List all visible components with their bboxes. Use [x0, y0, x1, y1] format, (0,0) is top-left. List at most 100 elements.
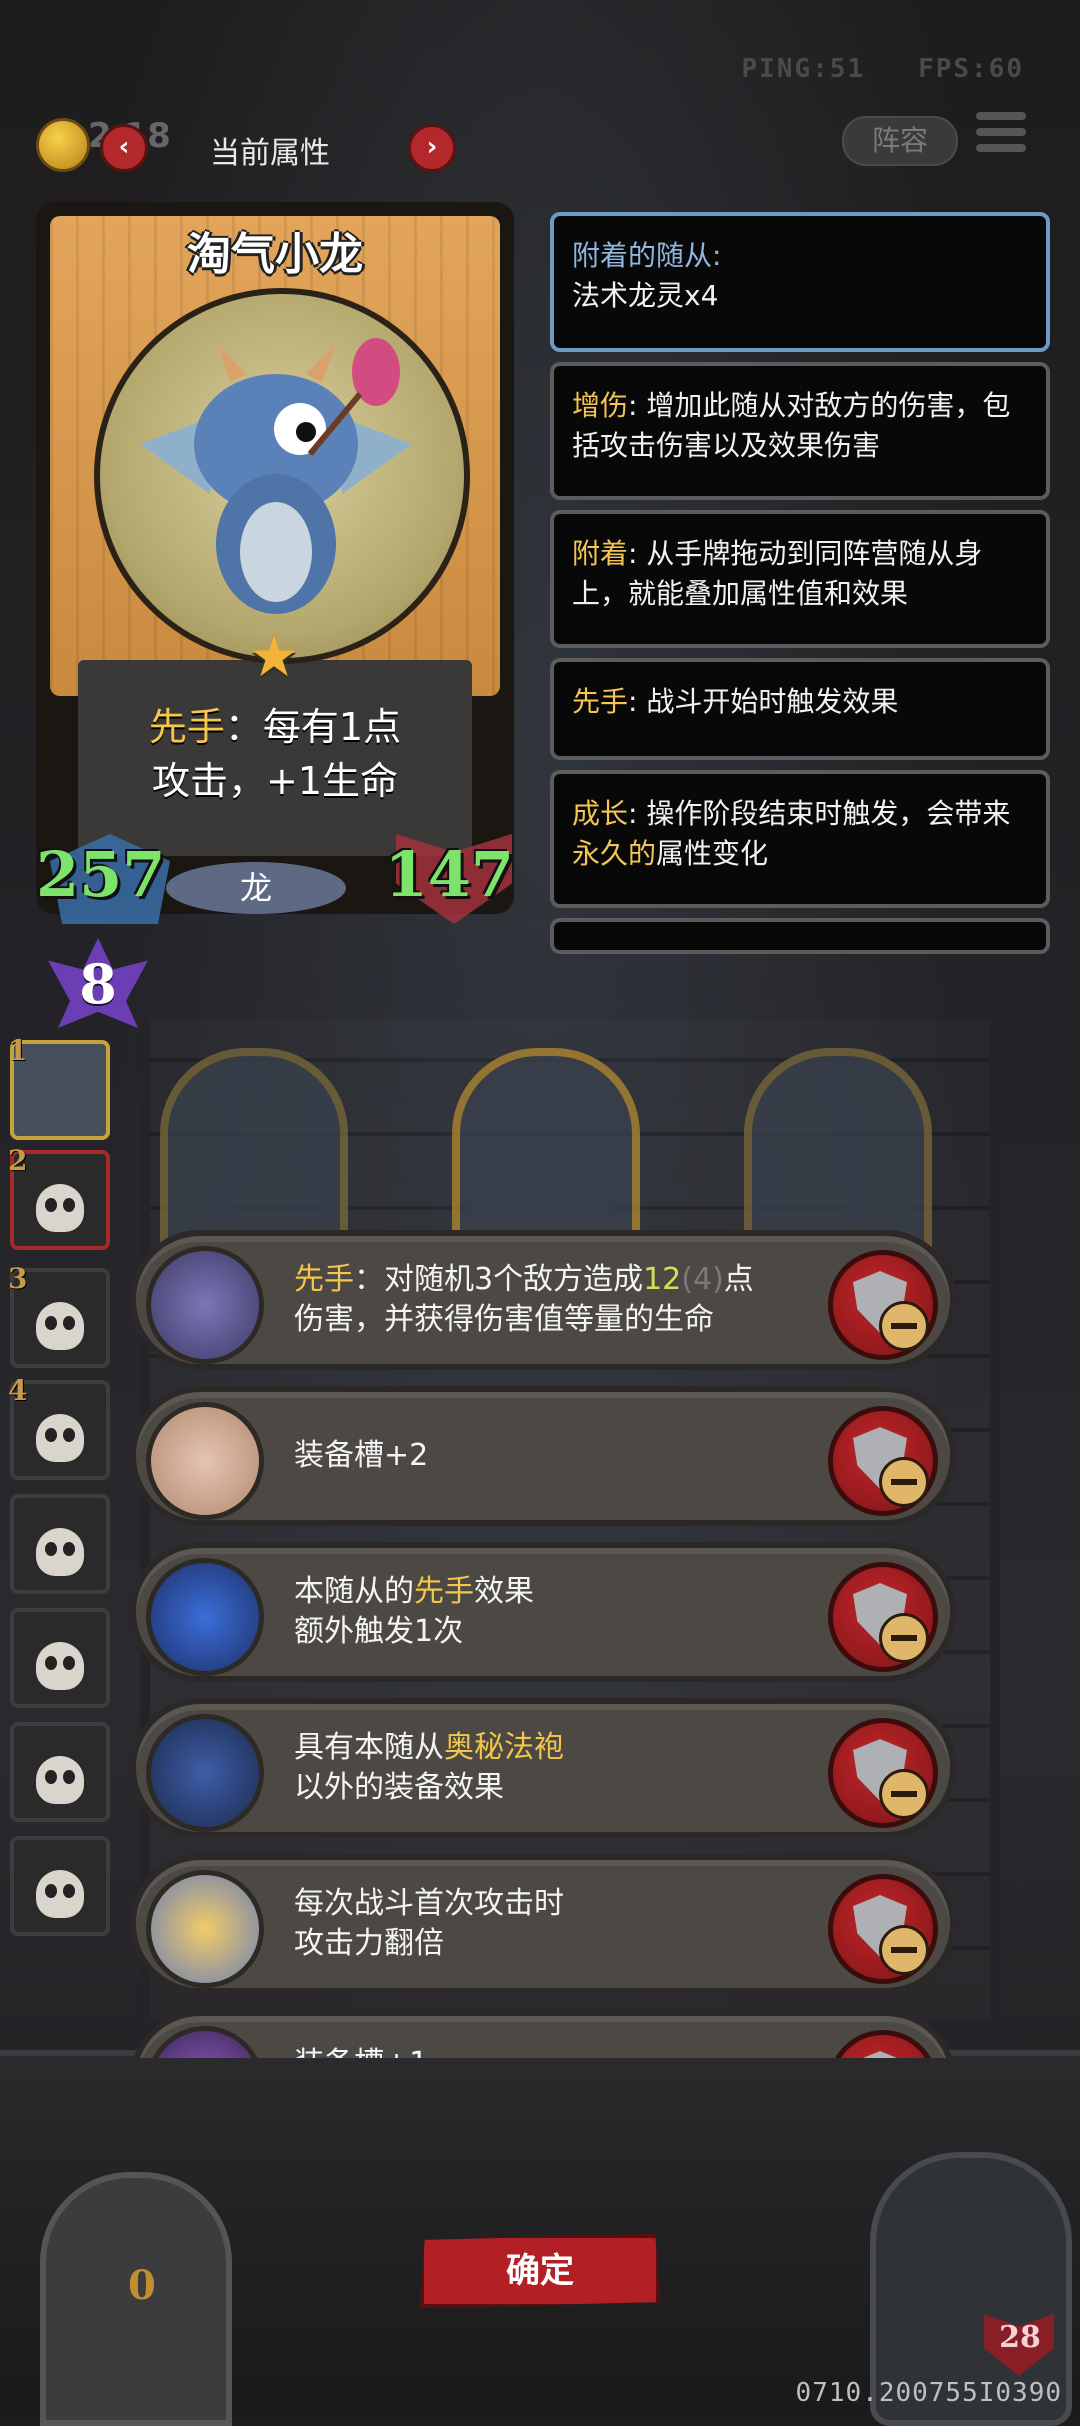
equipment-number: 12 — [643, 1262, 682, 1297]
keyword-desc: : 增加此随从对敌方的伤害，包括攻击伤害以及效果伤害 — [572, 389, 1011, 462]
menu-icon[interactable] — [976, 112, 1026, 158]
shield-icon — [853, 2051, 907, 2058]
card-description: 先手：每有1点 攻击，+1生命 — [86, 700, 464, 808]
minus-icon — [879, 1925, 929, 1975]
remove-equipment-button[interactable] — [828, 1250, 938, 1360]
keyword-term: 附着 — [572, 537, 629, 570]
mystic-robe-icon — [146, 1714, 264, 1832]
keyword-term: 先手 — [572, 685, 629, 718]
card-desc-keyword: 先手 — [148, 705, 225, 749]
spell-wisp-icon — [146, 1246, 264, 1364]
equipment-item[interactable]: 每次战斗首次攻击时 攻击力翻倍 — [130, 1854, 956, 1994]
skull-icon — [36, 1184, 84, 1232]
attack-value: 257 — [36, 838, 166, 911]
minus-icon — [879, 1457, 929, 1507]
prev-arrow-button[interactable]: ‹ — [100, 124, 148, 172]
equipment-desc: 具有本随从 — [294, 1730, 444, 1765]
equipment-item[interactable]: 具有本随从奥秘法袍 以外的装备效果 — [130, 1698, 956, 1838]
pig-armor-icon — [146, 1402, 264, 1520]
minus-icon — [879, 1301, 929, 1351]
slot-number: 3 — [8, 1262, 28, 1295]
equipment-text: 本随从的先手效果 额外触发1次 — [294, 1572, 854, 1652]
minion-slot[interactable] — [10, 1836, 110, 1936]
equipment-item[interactable]: 装备槽+2 — [130, 1386, 956, 1526]
lineup-button[interactable]: 阵容 — [842, 116, 958, 166]
keyword-desc-tail: 属性变化 — [656, 837, 769, 870]
coin-icon — [36, 118, 90, 172]
equipment-item[interactable]: 先手：对随机3个敌方造成12(4)点 伤害，并获得伤害值等量的生命 — [130, 1230, 956, 1370]
remove-equipment-button[interactable] — [828, 1874, 938, 1984]
slot-number: 4 — [8, 1374, 28, 1407]
equipment-desc-line2: 伤害，并获得伤害值等量的生命 — [294, 1302, 714, 1337]
attached-title: 附着的随从: — [572, 239, 722, 272]
minion-slot[interactable]: 4 — [8, 1374, 110, 1480]
skull-icon — [36, 1870, 84, 1918]
minion-slot[interactable]: 3 — [8, 1262, 110, 1368]
slot-number: 1 — [8, 1034, 28, 1067]
equipment-text: 具有本随从奥秘法袍 以外的装备效果 — [294, 1728, 854, 1808]
equipment-desc-tail: 效果 — [474, 1574, 534, 1609]
minion-slot[interactable] — [10, 1608, 110, 1708]
slot-number: 2 — [8, 1144, 28, 1177]
equipment-item[interactable]: 本随从的先手效果 额外触发1次 — [130, 1542, 956, 1682]
star-icon: ★ — [248, 622, 300, 690]
equipment-text: 装备槽+2 — [294, 1438, 429, 1473]
minus-icon — [879, 1613, 929, 1663]
keyword-highlight: 永久的 — [572, 837, 657, 870]
nav-title: 当前属性 — [210, 136, 330, 171]
keyword-panel: 增伤: 增加此随从对敌方的伤害，包括攻击伤害以及效果伤害 — [550, 362, 1050, 500]
equipment-text: 先手：对随机3个敌方造成12(4)点 伤害，并获得伤害值等量的生命 — [294, 1260, 854, 1340]
equipment-desc: ：对随机3个敌方造成 — [354, 1262, 644, 1297]
equipment-keyword: 先手 — [414, 1574, 474, 1609]
tribe-label: 龙 — [166, 862, 346, 914]
skull-icon — [36, 1414, 84, 1462]
purple-item-icon — [146, 2026, 264, 2058]
equipment-base-number: (4) — [681, 1262, 724, 1297]
keyword-desc: : 战斗开始时触发效果 — [628, 685, 899, 718]
minion-slot[interactable]: 1 — [8, 1034, 110, 1140]
equipment-list-clip: 装备槽+1 — [0, 2010, 1080, 2058]
dragon-portrait — [94, 288, 470, 664]
remove-equipment-button[interactable] — [828, 2030, 938, 2058]
skull-icon — [36, 1528, 84, 1576]
remove-equipment-button[interactable] — [828, 1562, 938, 1672]
door-count: 0 — [128, 2262, 156, 2309]
minion-slot[interactable]: 2 — [8, 1144, 110, 1250]
skull-icon — [36, 1756, 84, 1804]
level-number: 8 — [79, 952, 117, 1016]
remove-equipment-button[interactable] — [828, 1406, 938, 1516]
build-id: 0710.200755I0390 — [795, 2378, 1062, 2408]
skull-icon — [36, 1642, 84, 1690]
keyword-panel-partial — [550, 918, 1050, 954]
hero-health-value: 28 — [999, 2320, 1041, 2355]
keyword-desc: : 操作阶段结束时触发，会带来 — [628, 797, 1011, 830]
keyword-panel: 先手: 战斗开始时触发效果 — [550, 658, 1050, 760]
ping-fps-readout: PING:51 FPS:60 — [742, 54, 1024, 84]
equipment-item[interactable]: 装备槽+1 — [130, 2010, 956, 2058]
equipment-keyword: 奥秘法袍 — [444, 1730, 564, 1765]
attached-minions-panel: 附着的随从: 法术龙灵x4 — [550, 212, 1050, 352]
keyword-term: 增伤 — [572, 389, 629, 422]
minion-slot[interactable] — [10, 1494, 110, 1594]
card-name: 淘气小龙 — [187, 229, 363, 280]
equipment-text: 每次战斗首次攻击时 攻击力翻倍 — [294, 1884, 854, 1964]
equipment-desc-line2: 以外的装备效果 — [294, 1770, 504, 1805]
equipment-text: 装备槽+1 — [294, 2044, 854, 2058]
card-desc-line1: ：每有1点 — [224, 705, 402, 749]
golden-dragon-icon — [146, 1870, 264, 1988]
equipment-desc: 本随从的 — [294, 1574, 414, 1609]
equipment-desc-line2: 额外触发1次 — [294, 1614, 464, 1649]
dragon-icon — [140, 338, 412, 614]
remove-equipment-button[interactable] — [828, 1718, 938, 1828]
minion-slot[interactable] — [10, 1722, 110, 1822]
confirm-button[interactable]: 确定 — [420, 2234, 660, 2308]
attached-value: 法术龙灵x4 — [572, 279, 719, 312]
keyword-panel: 附着: 从手牌拖动到同阵营随从身上，就能叠加属性值和效果 — [550, 510, 1050, 648]
next-arrow-button[interactable]: › — [408, 124, 456, 172]
skull-icon — [36, 1302, 84, 1350]
ping-text: PING:51 — [741, 54, 866, 84]
equipment-desc: 每次战斗首次攻击时 — [294, 1886, 564, 1921]
minus-icon — [879, 1769, 929, 1819]
blue-orb-icon — [146, 1558, 264, 1676]
keyword-panel: 成长: 操作阶段结束时触发，会带来永久的属性变化 — [550, 770, 1050, 908]
